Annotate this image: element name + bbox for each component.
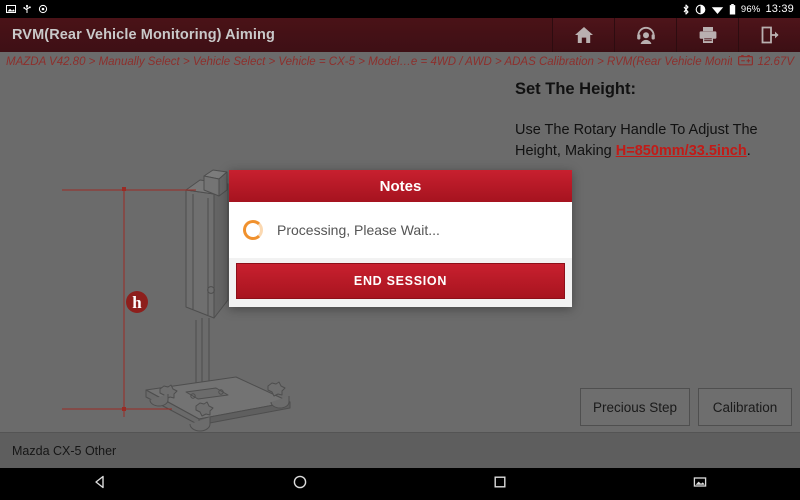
dialog-title: Notes [229, 170, 572, 202]
screenshot-icon [6, 4, 16, 14]
dialog-body: Processing, Please Wait... [229, 202, 572, 258]
wifi-icon [711, 4, 724, 15]
screen-rotation-icon [695, 4, 706, 15]
height-value-highlight: H=850mm/33.5inch [615, 142, 747, 159]
tablet-screen: 96% 13:39 RVM(Rear Vehicle Monitoring) A… [0, 0, 800, 500]
dialog-footer: END SESSION [229, 258, 572, 307]
nav-back-button[interactable] [0, 474, 200, 495]
exit-button[interactable] [738, 18, 800, 52]
support-button[interactable] [614, 18, 676, 52]
loading-spinner-icon [243, 220, 263, 240]
breadcrumb-bar: MAZDA V42.80 > Manually Select > Vehicle… [0, 52, 800, 72]
instruction-title: Set The Height: [515, 80, 637, 98]
end-session-button[interactable]: END SESSION [236, 263, 565, 299]
battery-percent: 96% [740, 3, 761, 15]
breadcrumb[interactable]: MAZDA V42.80 > Manually Select > Vehicle… [6, 56, 732, 68]
home-circle-icon [292, 474, 308, 495]
nav-home-button[interactable] [200, 474, 400, 495]
status-bar-left-icons [6, 4, 48, 14]
printer-icon [697, 24, 719, 46]
calibration-button[interactable]: Calibration [698, 388, 792, 426]
dimension-label: h [132, 293, 142, 312]
back-triangle-icon [92, 474, 108, 495]
clock: 13:39 [765, 3, 794, 15]
app-header: RVM(Rear Vehicle Monitoring) Aiming [0, 18, 800, 52]
screenshot-icon [692, 474, 708, 495]
nav-recents-button[interactable] [400, 474, 600, 495]
battery-icon [729, 3, 736, 15]
home-button[interactable] [552, 18, 614, 52]
android-status-bar: 96% 13:39 [0, 0, 800, 18]
voltage-indicator: 12.67V [737, 53, 794, 71]
developer-icon [38, 4, 48, 14]
dialog-message: Processing, Please Wait... [277, 222, 440, 238]
page-title: RVM(Rear Vehicle Monitoring) Aiming [12, 27, 275, 43]
exit-icon [759, 24, 781, 46]
android-nav-bar [0, 468, 800, 500]
notes-dialog: Notes Processing, Please Wait... END SES… [229, 170, 572, 307]
usb-debug-icon [22, 4, 32, 14]
previous-step-button[interactable]: Precious Step [579, 388, 690, 426]
bluetooth-icon [682, 3, 690, 15]
voltage-value: 12.67V [757, 56, 794, 68]
action-button-group: Precious Step Calibration [579, 388, 792, 426]
headset-icon [635, 24, 657, 46]
instruction-text-after: . [746, 142, 751, 159]
home-icon [573, 24, 595, 46]
recents-square-icon [492, 474, 508, 495]
instruction-body: Use The Rotary Handle To Adjust The Heig… [515, 120, 790, 162]
vehicle-info-text: Mazda CX-5 Other [12, 443, 117, 458]
status-bar-right-icons: 96% 13:39 [682, 3, 794, 15]
nav-screenshot-button[interactable] [600, 474, 800, 495]
car-battery-icon [737, 53, 753, 71]
print-button[interactable] [676, 18, 738, 52]
header-button-group [552, 18, 800, 52]
vehicle-info-bar: Mazda CX-5 Other [0, 432, 800, 468]
